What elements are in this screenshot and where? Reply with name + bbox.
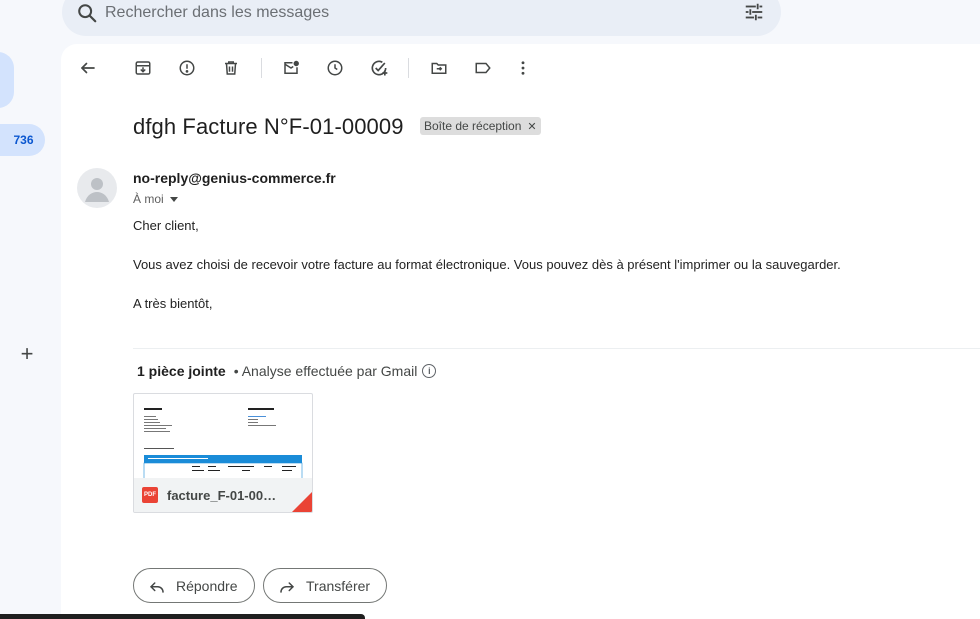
search-options-icon[interactable] [743,1,765,28]
reply-button[interactable]: Répondre [133,568,255,603]
back-icon[interactable] [76,56,100,80]
body-greeting: Cher client, [133,218,199,233]
snooze-icon[interactable] [323,56,347,80]
more-options-icon[interactable] [511,56,535,80]
add-to-tasks-icon[interactable] [367,56,391,80]
chevron-down-icon[interactable] [169,197,178,202]
search-input[interactable] [105,1,725,25]
inbox-label-chip: Boîte de réception ✕ [420,117,541,135]
search-icon[interactable] [76,2,98,29]
attachment-preview [134,394,312,485]
attachments-divider [133,348,980,349]
forward-icon [280,581,294,593]
label-icon[interactable] [471,56,495,80]
attachments-header: 1 pièce jointe • Analyse effectuée par G… [137,363,437,379]
info-icon[interactable]: i [422,364,437,378]
delete-icon[interactable] [219,56,243,80]
inbox-count: 736 [13,133,34,147]
nav-compose-highlight[interactable] [0,52,14,108]
search-bar [62,0,781,36]
attachment-card[interactable]: PDF facture_F-01-00… [133,393,313,513]
toolbar-separator [261,58,262,78]
toolbar-separator [408,58,409,78]
archive-icon[interactable] [131,56,155,80]
move-to-icon[interactable] [427,56,451,80]
pdf-icon: PDF [142,487,158,503]
avatar [77,168,117,208]
recipient-details[interactable]: À moi [133,192,178,206]
reply-icon [150,581,164,593]
email-subject: dfgh Facture N°F-01-00009 [133,114,404,139]
attachment-footer: PDF facture_F-01-00… [134,478,312,512]
recipient-label: À moi [133,192,164,206]
sender-address[interactable]: no-reply@genius-commerce.fr [133,170,336,186]
bottom-bar [0,614,365,619]
label-chip-text: Boîte de réception [424,119,522,133]
inbox-count-badge[interactable]: 736 [0,124,45,156]
attachment-count: 1 pièce jointe [137,363,226,379]
reply-label: Répondre [176,577,238,594]
remove-label-icon[interactable]: ✕ [527,120,536,133]
body-closing: A très bientôt, [133,296,213,311]
report-spam-icon[interactable] [175,56,199,80]
mark-unread-icon[interactable] [279,56,303,80]
scan-status: • Analyse effectuée par Gmail [233,363,418,379]
attachment-filename: facture_F-01-00… [167,487,277,503]
add-label-icon[interactable]: + [17,343,37,365]
page-fold-icon [292,492,312,512]
body-message: Vous avez choisi de recevoir votre factu… [133,257,841,272]
forward-button[interactable]: Transférer [263,568,388,603]
forward-label: Transférer [306,577,371,594]
